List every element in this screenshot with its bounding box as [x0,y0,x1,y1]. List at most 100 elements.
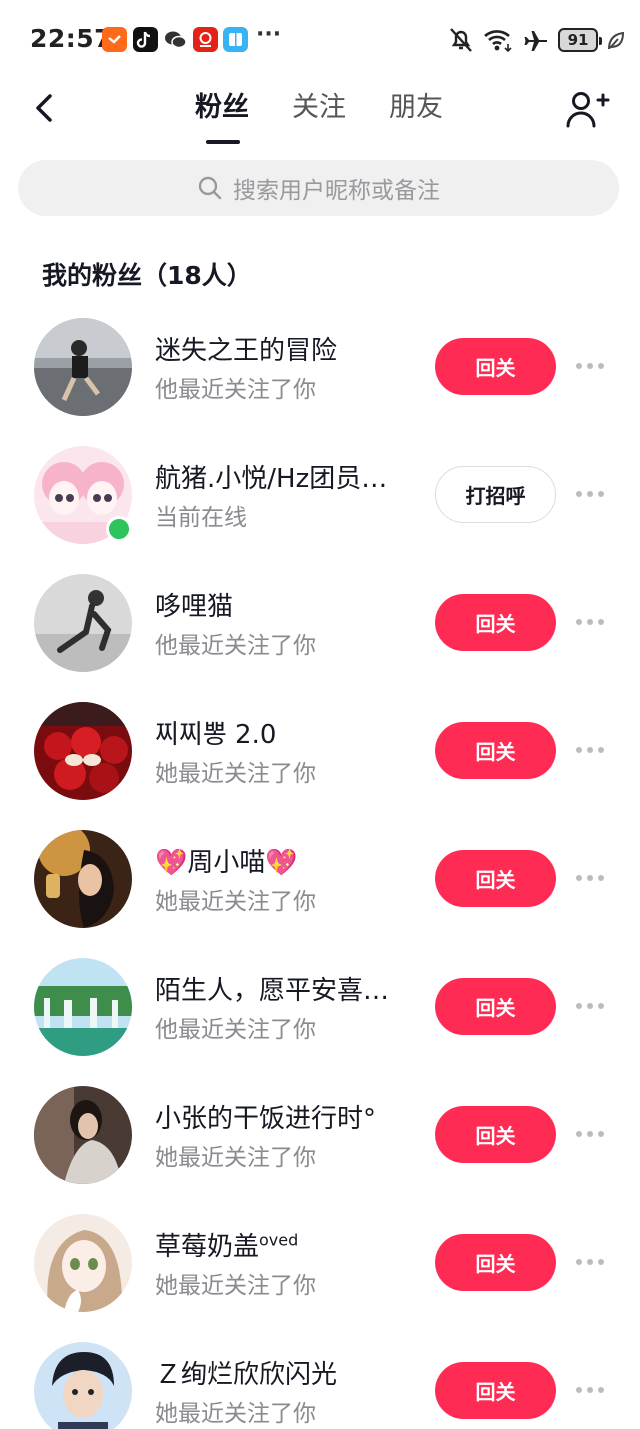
more-options-button[interactable] [576,356,610,376]
reader-icon [223,27,248,52]
taobao-icon [102,27,127,52]
more-dot-icon [587,363,593,369]
battery-indicator: 91 [558,28,602,52]
more-dot-icon [576,1131,582,1137]
list-item[interactable]: 💖周小喵💖 她最近关注了你 回关 [0,830,640,958]
more-options-button[interactable] [576,996,610,1016]
section-title: 我的粉丝（18人） [42,261,252,290]
more-dot-icon [576,619,582,625]
more-options-button[interactable] [576,740,610,760]
mute-icon [450,28,472,52]
follower-name[interactable]: 陌生人，愿平安喜… [155,970,413,1007]
follow-back-button[interactable]: 回关 [435,1106,556,1163]
follower-status: 当前在线 [155,505,247,531]
follow-back-button[interactable]: 回关 [435,850,556,907]
more-dot-icon [576,491,582,497]
status-bar: 22:57 ··· 91 [0,0,640,80]
more-dot-icon [576,1259,582,1265]
follower-name[interactable]: 航猪.小悦/Hz团员… [155,458,413,495]
more-dot-icon [587,1387,593,1393]
avatar[interactable] [34,1214,132,1312]
more-options-button[interactable] [576,1124,610,1144]
follow-back-button[interactable]: 回关 [435,978,556,1035]
status-icons: 91 [448,24,626,56]
active-tab-indicator [206,140,240,144]
list-item[interactable]: 찌찌뽕 2.0 她最近关注了你 回关 [0,702,640,830]
more-notifications-indicator: ··· [256,22,282,47]
more-options-button[interactable] [576,1380,610,1400]
leaf-icon [608,31,625,50]
more-dot-icon [576,875,582,881]
tab-friends[interactable]: 朋友 [389,88,443,128]
more-options-button[interactable] [576,484,610,504]
more-options-button[interactable] [576,868,610,888]
more-dot-icon [587,747,593,753]
tab-fans[interactable]: 粉丝 [195,88,249,128]
more-options-button[interactable] [576,612,610,632]
list-item[interactable]: 小张的干饭进行时° 她最近关注了你 回关 [0,1086,640,1214]
search-icon [198,176,222,200]
more-dot-icon [598,619,604,625]
list-item[interactable]: Ｚ绚烂欣欣闪光 她最近关注了你 回关 [0,1342,640,1429]
add-friend-button[interactable] [564,86,610,132]
follower-name[interactable]: Ｚ绚烂欣欣闪光 [155,1354,413,1391]
more-dot-icon [587,1259,593,1265]
follower-status: 他最近关注了你 [155,377,316,403]
more-dot-icon [598,491,604,497]
avatar[interactable] [34,1342,132,1429]
follow-back-button[interactable]: 回关 [435,1234,556,1291]
follower-status: 她最近关注了你 [155,761,316,787]
follower-name-text: 草莓奶盖 [155,1232,260,1262]
follower-name[interactable]: 草莓奶盖oved [155,1226,413,1263]
list-item[interactable]: 陌生人，愿平安喜… 他最近关注了你 回关 [0,958,640,1086]
avatar[interactable] [34,574,132,672]
more-options-button[interactable] [576,1252,610,1272]
follow-back-button[interactable]: 回关 [435,722,556,779]
list-item[interactable]: 迷失之王的冒险 他最近关注了你 回关 [0,318,640,446]
follower-status: 她最近关注了你 [155,1145,316,1171]
search-placeholder: 搜索用户昵称或备注 [233,178,440,204]
avatar[interactable] [34,1086,132,1184]
more-dot-icon [598,363,604,369]
more-dot-icon [576,1003,582,1009]
follow-back-button[interactable]: 回关 [435,338,556,395]
online-indicator [106,516,132,542]
follow-back-button[interactable]: 回关 [435,594,556,651]
tiktok-icon [133,27,158,52]
follower-name[interactable]: 迷失之王的冒险 [155,330,413,367]
follower-name[interactable]: 哆哩猫 [155,586,413,623]
app-icon [193,27,218,52]
list-item[interactable]: 草莓奶盖oved 她最近关注了你 回关 [0,1214,640,1342]
more-dot-icon [587,491,593,497]
wechat-icon [163,27,188,52]
more-dot-icon [587,619,593,625]
more-dot-icon [576,1387,582,1393]
list-item[interactable]: 哆哩猫 他最近关注了你 回关 [0,574,640,702]
follower-name[interactable]: 💖周小喵💖 [155,842,413,879]
list-item[interactable]: 航猪.小悦/Hz团员… 当前在线 打招呼 [0,446,640,574]
follow-back-button[interactable]: 回关 [435,1362,556,1419]
avatar[interactable] [34,702,132,800]
airplane-icon [524,31,547,51]
more-dot-icon [598,875,604,881]
more-dot-icon [598,1131,604,1137]
follower-name-superscript: oved [259,1230,299,1250]
status-time: 22:57 [30,24,113,53]
more-dot-icon [598,1259,604,1265]
more-dot-icon [576,363,582,369]
tab-bar: 粉丝 关注 朋友 [0,88,640,148]
follower-name[interactable]: 小张的干饭进行时° [155,1098,413,1135]
avatar[interactable] [34,830,132,928]
add-user-icon [566,92,610,128]
follower-status: 她最近关注了你 [155,889,316,915]
search-input[interactable]: 搜索用户昵称或备注 [18,160,619,216]
follower-status: 他最近关注了你 [155,1017,316,1043]
greet-button[interactable]: 打招呼 [435,466,556,523]
more-dot-icon [587,875,593,881]
follower-name[interactable]: 찌찌뽕 2.0 [155,714,413,751]
tab-following[interactable]: 关注 [292,88,346,128]
follower-status: 她最近关注了你 [155,1401,316,1427]
avatar[interactable] [34,318,132,416]
avatar[interactable] [34,958,132,1056]
more-dot-icon [576,747,582,753]
